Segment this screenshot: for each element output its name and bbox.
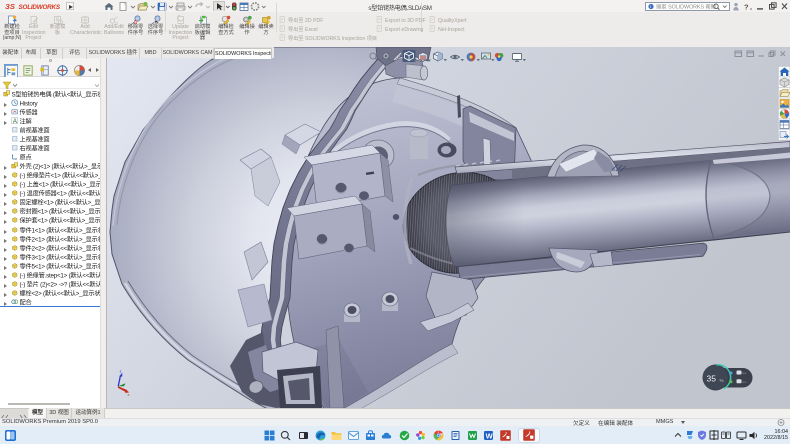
svg-text:fps: fps xyxy=(743,371,748,375)
svg-text:fps: fps xyxy=(743,380,748,384)
svg-text:W: W xyxy=(486,431,494,440)
svg-text:SOLIDWORKS: SOLIDWORKS xyxy=(19,4,61,11)
svg-text:35: 35 xyxy=(707,374,717,384)
svg-text:%: % xyxy=(720,378,724,383)
svg-text:A: A xyxy=(13,119,17,125)
svg-text:x: x xyxy=(128,392,130,397)
svg-text:搜索 SOLIDWORKS 帮助: 搜索 SOLIDWORKS 帮助 xyxy=(656,3,716,10)
svg-text:ЗS: ЗS xyxy=(5,2,15,11)
svg-text:?: ? xyxy=(744,3,749,12)
svg-text:z: z xyxy=(120,369,122,374)
svg-text:i: i xyxy=(650,4,651,9)
